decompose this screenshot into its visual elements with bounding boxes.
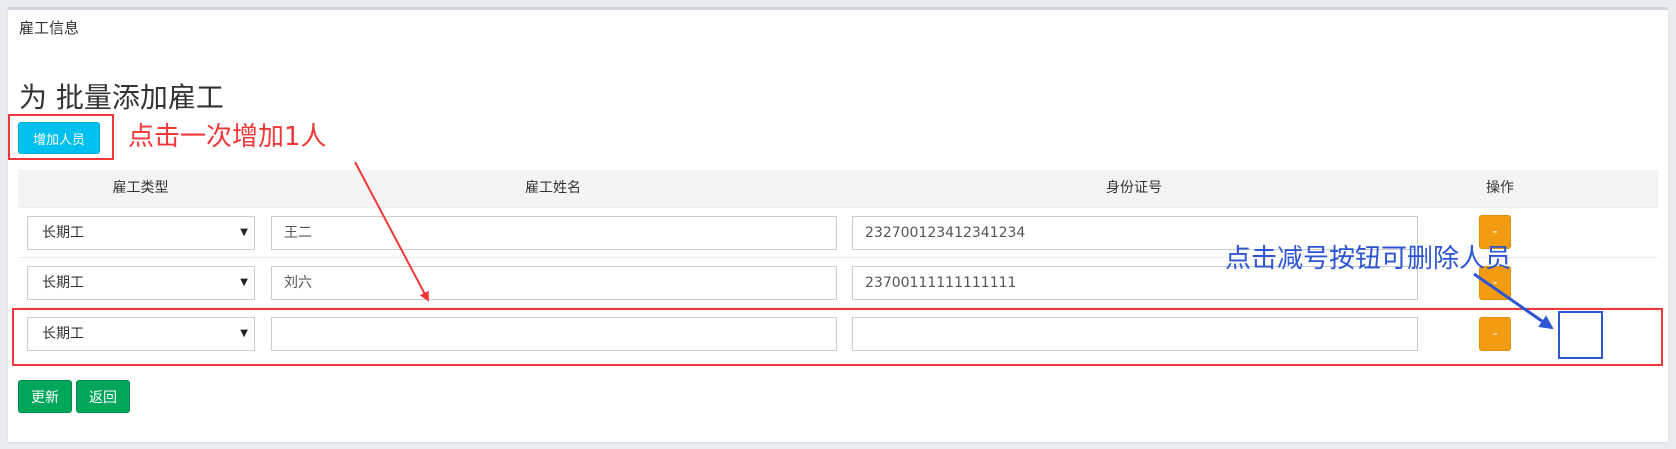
- delete-hint-arrow: [1473, 272, 1554, 330]
- add-hint-arrow: [354, 161, 429, 302]
- annotation-arrows: [354, 161, 1554, 330]
